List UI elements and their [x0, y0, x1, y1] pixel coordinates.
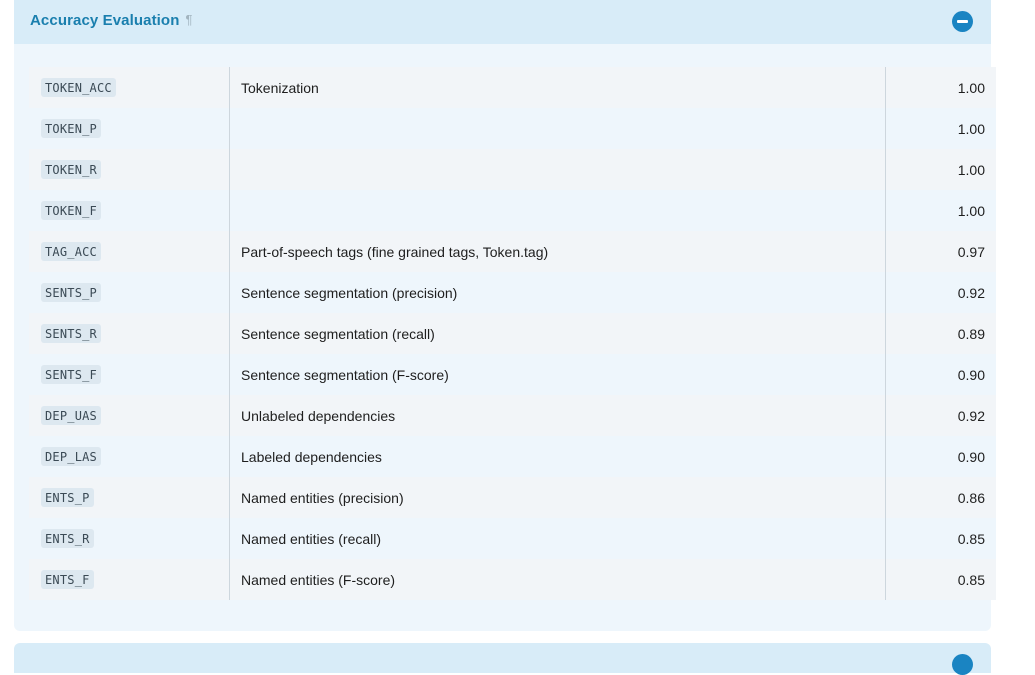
metric-key: ENTS_F — [41, 570, 94, 589]
metric-key: TOKEN_ACC — [41, 78, 116, 97]
metric-key: DEP_UAS — [41, 406, 101, 425]
metric-value: 0.85 — [885, 518, 996, 559]
metric-key: SENTS_P — [41, 283, 101, 302]
metric-key-cell: TOKEN_F — [29, 190, 230, 231]
metric-value: 0.85 — [885, 559, 996, 600]
table-row: TOKEN_R 1.00 — [29, 149, 996, 190]
table-row: TOKEN_F 1.00 — [29, 190, 996, 231]
metric-key-cell: ENTS_P — [29, 477, 230, 518]
minus-circle-icon — [957, 20, 968, 23]
section-header[interactable]: Accuracy Evaluation ¶ — [14, 0, 991, 44]
metric-value: 1.00 — [885, 149, 996, 190]
accuracy-table: TOKEN_ACC Tokenization 1.00 TOKEN_P 1.00… — [29, 67, 996, 600]
metric-key-cell: TOKEN_ACC — [29, 67, 230, 108]
metric-description: Tokenization — [229, 67, 886, 108]
accuracy-evaluation-section: Accuracy Evaluation ¶ TOKEN_ACC Tokenizat… — [14, 0, 996, 631]
metric-key-cell: SENTS_R — [29, 313, 230, 354]
metric-value: 0.89 — [885, 313, 996, 354]
section-title-text: Accuracy Evaluation — [30, 12, 180, 29]
metric-description: Named entities (precision) — [229, 477, 886, 518]
collapse-icon[interactable] — [952, 654, 973, 675]
metric-key-cell: TAG_ACC — [29, 231, 230, 272]
metric-value: 0.92 — [885, 395, 996, 436]
metric-key: ENTS_R — [41, 529, 94, 548]
metric-value: 1.00 — [885, 190, 996, 231]
metric-value: 0.90 — [885, 354, 996, 395]
metric-description: Sentence segmentation (recall) — [229, 313, 886, 354]
metric-key-cell: TOKEN_R — [29, 149, 230, 190]
table-row: ENTS_R Named entities (recall) 0.85 — [29, 518, 996, 559]
table-row: DEP_UAS Unlabeled dependencies 0.92 — [29, 395, 996, 436]
table-row: TAG_ACC Part-of-speech tags (fine graine… — [29, 231, 996, 272]
metric-value: 0.86 — [885, 477, 996, 518]
metric-key-cell: SENTS_F — [29, 354, 230, 395]
table-row: DEP_LAS Labeled dependencies 0.90 — [29, 436, 996, 477]
table-row: SENTS_R Sentence segmentation (recall) 0… — [29, 313, 996, 354]
metric-key: TAG_ACC — [41, 242, 101, 261]
metric-key: ENTS_P — [41, 488, 94, 507]
metric-description: Sentence segmentation (F-score) — [229, 354, 886, 395]
metric-key: TOKEN_R — [41, 160, 101, 179]
metric-description — [229, 108, 886, 149]
metric-description — [229, 190, 886, 231]
table-row: ENTS_F Named entities (F-score) 0.85 — [29, 559, 996, 600]
metric-key: DEP_LAS — [41, 447, 101, 466]
metric-key-cell: DEP_UAS — [29, 395, 230, 436]
table-row: SENTS_P Sentence segmentation (precision… — [29, 272, 996, 313]
metric-value: 1.00 — [885, 67, 996, 108]
metric-key-cell: TOKEN_P — [29, 108, 230, 149]
table-row: ENTS_P Named entities (precision) 0.86 — [29, 477, 996, 518]
metric-key-cell: SENTS_P — [29, 272, 230, 313]
metric-description — [229, 149, 886, 190]
table-row: TOKEN_ACC Tokenization 1.00 — [29, 67, 996, 108]
metric-key: SENTS_R — [41, 324, 101, 343]
metric-value: 0.92 — [885, 272, 996, 313]
metric-key: TOKEN_F — [41, 201, 101, 220]
metric-description: Part-of-speech tags (fine grained tags, … — [229, 231, 886, 272]
table-row: TOKEN_P 1.00 — [29, 108, 996, 149]
metric-description: Named entities (recall) — [229, 518, 886, 559]
next-section-header[interactable] — [14, 643, 991, 675]
metric-key: SENTS_F — [41, 365, 101, 384]
metric-description: Sentence segmentation (precision) — [229, 272, 886, 313]
metric-key-cell: ENTS_R — [29, 518, 230, 559]
section-title: Accuracy Evaluation ¶ — [30, 12, 193, 29]
collapse-button[interactable] — [952, 11, 973, 32]
metric-description: Unlabeled dependencies — [229, 395, 886, 436]
metric-value: 0.97 — [885, 231, 996, 272]
metric-value: 1.00 — [885, 108, 996, 149]
metric-description: Named entities (F-score) — [229, 559, 886, 600]
metric-description: Labeled dependencies — [229, 436, 886, 477]
metric-key-cell: ENTS_F — [29, 559, 230, 600]
metric-key: TOKEN_P — [41, 119, 101, 138]
table-row: SENTS_F Sentence segmentation (F-score) … — [29, 354, 996, 395]
metric-key-cell: DEP_LAS — [29, 436, 230, 477]
anchor-link[interactable]: ¶ — [185, 12, 192, 27]
metric-value: 0.90 — [885, 436, 996, 477]
